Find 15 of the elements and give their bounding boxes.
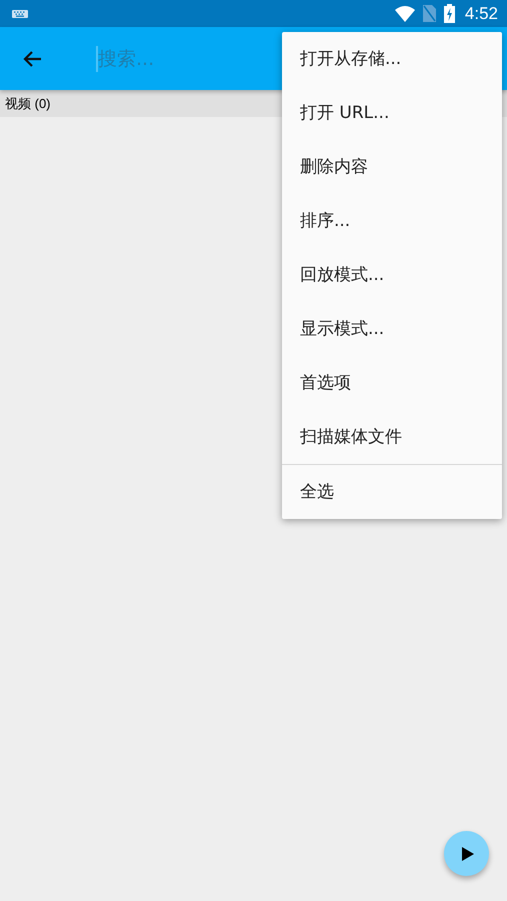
menu-item[interactable]: 全选 [282, 465, 502, 519]
no-sim-icon [422, 5, 436, 22]
wifi-icon [394, 6, 415, 22]
menu-item[interactable]: 排序... [282, 194, 502, 248]
play-icon [462, 846, 474, 860]
menu-item[interactable]: 扫描媒体文件 [282, 410, 502, 464]
back-arrow-icon [22, 50, 42, 68]
menu-item[interactable]: 回放模式... [282, 248, 502, 302]
menu-item[interactable]: 删除内容 [282, 140, 502, 194]
keyboard-icon [12, 10, 28, 18]
battery-charging-icon [444, 4, 455, 23]
status-time: 4:52 [464, 4, 498, 24]
play-button[interactable] [444, 831, 489, 876]
menu-item[interactable]: 首选项 [282, 356, 502, 410]
menu-item[interactable]: 显示模式... [282, 302, 502, 356]
